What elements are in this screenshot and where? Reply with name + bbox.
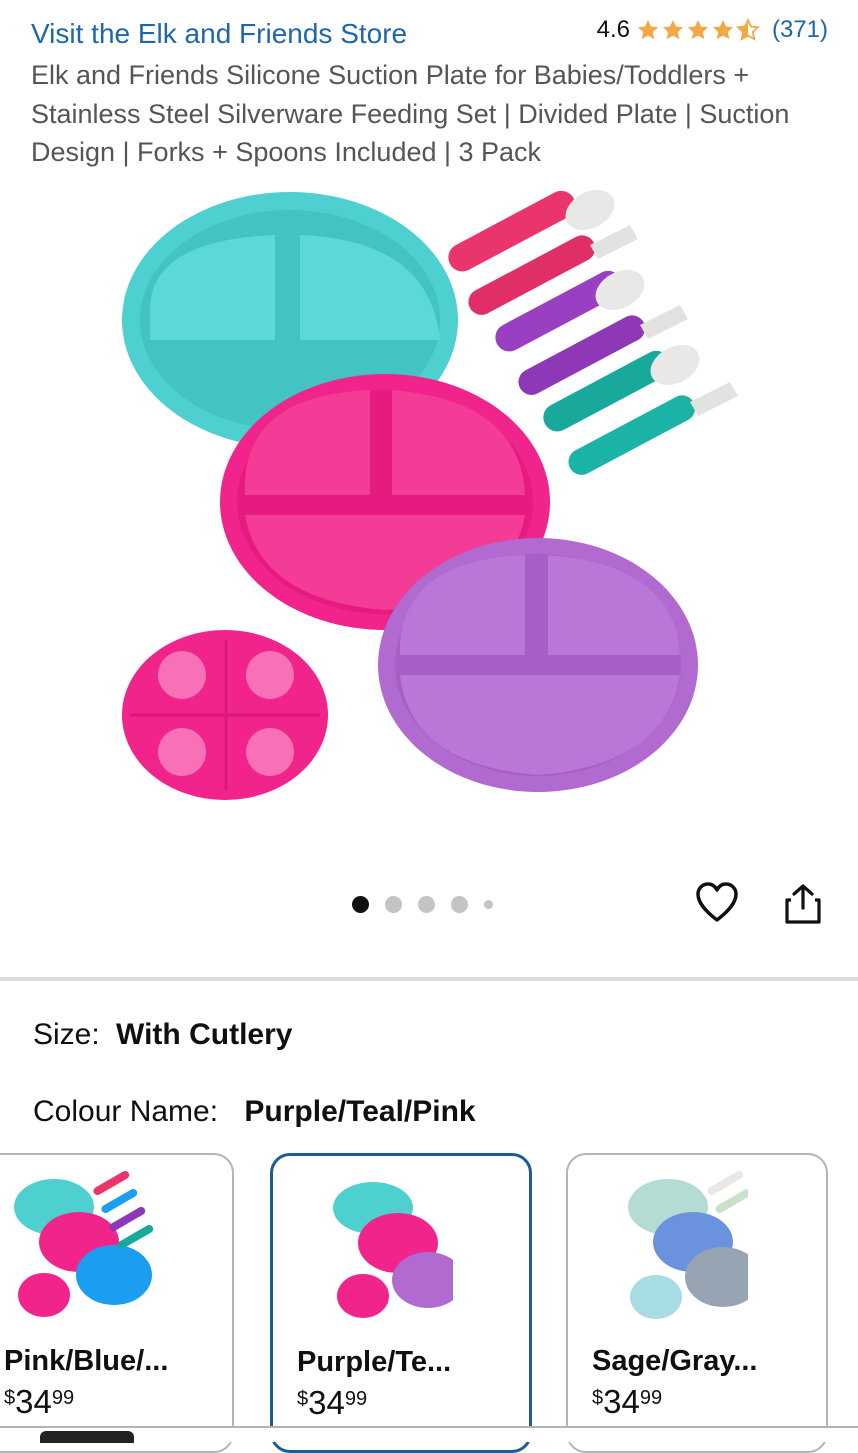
swatch-image — [628, 1171, 748, 1319]
colour-label: Colour Name: — [33, 1095, 219, 1128]
swatch-name: Pink/Blue/... — [4, 1345, 169, 1377]
rating-count[interactable]: (371) — [772, 16, 828, 44]
carousel-dots[interactable] — [352, 896, 493, 913]
swatch-image — [333, 1182, 453, 1318]
swatch-price: $34 99 — [4, 1383, 75, 1420]
star-icon — [687, 20, 708, 40]
star-icon — [662, 20, 683, 40]
star-rating — [636, 18, 760, 42]
share-icon[interactable] — [783, 882, 823, 926]
colour-swatch-pink-blue[interactable]: Pink/Blue/... $34 99 — [0, 1153, 234, 1453]
product-title: Elk and Friends Silicone Suction Plate f… — [31, 60, 790, 167]
store-link[interactable]: Visit the Elk and Friends Store — [31, 18, 407, 50]
product-image[interactable] — [0, 180, 858, 860]
carousel-dot[interactable] — [484, 900, 493, 909]
rating-value: 4.6 — [596, 16, 630, 43]
swatch-price: $34 99 — [297, 1384, 368, 1421]
swatch-image — [14, 1171, 154, 1317]
size-value: With Cutlery — [116, 1018, 293, 1051]
carousel-dot-active[interactable] — [352, 896, 369, 913]
rating[interactable]: 4.6 (371) — [597, 16, 828, 44]
colour-selector: Colour Name: Purple/Teal/Pink — [33, 1095, 476, 1129]
carousel-dot[interactable] — [451, 896, 468, 913]
size-selector: Size: With Cutlery — [33, 1018, 292, 1052]
swatch-name: Sage/Gray... — [592, 1345, 758, 1377]
half-star-icon — [735, 18, 760, 41]
carousel-dot[interactable] — [385, 896, 402, 913]
plate-underside-image — [122, 630, 328, 800]
star-icon — [712, 20, 733, 40]
star-icon — [637, 20, 658, 40]
divider — [0, 977, 858, 981]
colour-value: Purple/Teal/Pink — [244, 1095, 476, 1128]
swatch-name: Purple/Te... — [297, 1346, 452, 1378]
home-indicator — [40, 1431, 134, 1443]
swatch-price: $34 99 — [592, 1383, 663, 1420]
heart-icon[interactable] — [694, 880, 740, 926]
size-label: Size: — [33, 1018, 100, 1051]
colour-swatch-sage-gray[interactable]: Sage/Gray... $34 99 — [566, 1153, 828, 1453]
purple-plate-image — [378, 538, 698, 792]
colour-swatch-purple-teal[interactable]: Purple/Te... $34 99 — [270, 1153, 532, 1453]
carousel-dot[interactable] — [418, 896, 435, 913]
